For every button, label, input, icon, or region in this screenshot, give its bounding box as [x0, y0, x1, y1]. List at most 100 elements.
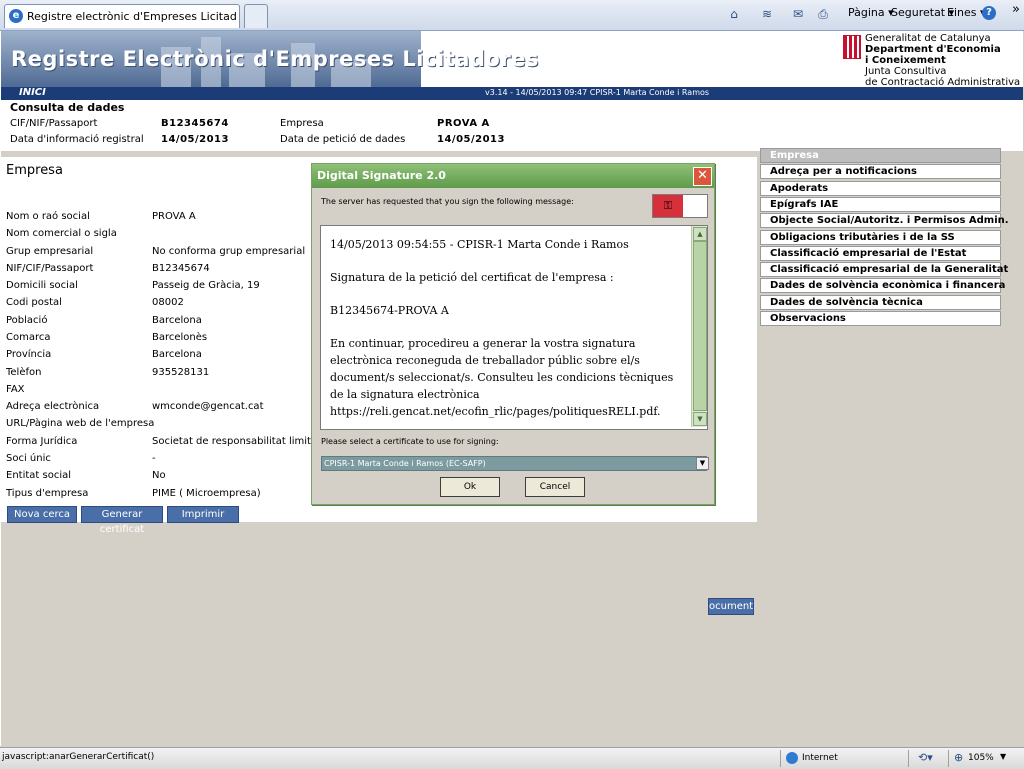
print-icon[interactable]: ⎙ — [815, 6, 831, 22]
scroll-thumb[interactable] — [693, 241, 707, 411]
gencat-line-2: Department d'Economia — [865, 44, 1001, 55]
cif-value: B12345674 — [161, 118, 229, 129]
menu-item[interactable]: Empresa — [760, 148, 1001, 163]
certificate-select[interactable]: CPISR-1 Marta Conde i Ramos (EC-SAFP) ▼ — [321, 456, 709, 471]
sign-message-text: 14/05/2013 09:54:55 - CPISR-1 Marta Cond… — [330, 236, 685, 429]
empresa-field-label: Grup empresarial — [6, 246, 94, 257]
menu-item[interactable]: Objecte Social/Autoritz. i Permisos Admi… — [760, 213, 1009, 229]
empresa-field-value: Barcelonès — [152, 332, 208, 343]
eines-menu[interactable]: Eines ▾ — [947, 6, 986, 19]
message-scrollbar[interactable]: ▲ ▼ — [691, 226, 707, 427]
empresa-field-label: URL/Pàgina web de l'empresa — [6, 418, 155, 429]
empresa-field-label: Codi postal — [6, 297, 62, 308]
menu-item[interactable]: Obligacions tributàries i de la SS — [760, 229, 1001, 245]
cancel-button[interactable]: Cancel — [525, 477, 585, 497]
empresa-field-value: PIME ( Microempresa) — [152, 488, 261, 499]
empresa-field-label: Soci únic — [6, 453, 51, 464]
zoom-level[interactable]: 105% — [968, 753, 994, 763]
browser-tabbar: e Registre electrònic d'Empreses Licitad… — [0, 0, 1024, 31]
zoom-icon[interactable]: ⊕ — [954, 751, 963, 764]
chevron-down-icon[interactable]: ▼ — [696, 457, 709, 470]
version-info: v3.14 - 14/05/2013 09:47 CPISR-1 Marta C… — [485, 88, 710, 97]
certificate-selected: CPISR-1 Marta Conde i Ramos (EC-SAFP) — [324, 459, 486, 468]
gencat-line-1: Generalitat de Catalunya — [865, 33, 991, 44]
empresa-title: Empresa — [6, 163, 63, 178]
site-title: Registre Electrònic d'Empreses Licitador… — [11, 47, 539, 71]
menu-item[interactable]: Dades de solvència econòmica i financera — [760, 278, 1005, 294]
empresa-field-label: NIF/CIF/Passaport — [6, 263, 94, 274]
empresa-label: Empresa — [280, 118, 324, 129]
empresa-field-label: FAX — [6, 384, 25, 395]
help-icon[interactable]: ? — [982, 6, 996, 20]
consulta-title: Consulta de dades — [10, 101, 125, 114]
certificate-label: Please select a certificate to use for s… — [321, 437, 499, 446]
empresa-field-label: Nom o raó social — [6, 211, 90, 222]
menu-item[interactable]: Classificació empresarial de l'Estat — [760, 245, 1001, 261]
menu-item[interactable]: Classificació empresarial de la Generali… — [760, 262, 1008, 278]
empresa-field-value: 08002 — [152, 297, 184, 308]
dialog-title: Digital Signature 2.0 — [317, 169, 446, 182]
ok-button[interactable]: Ok — [440, 477, 500, 497]
gencat-line-4: Junta Consultiva — [865, 66, 947, 77]
pagina-menu[interactable]: Pàgina ▾ — [848, 6, 894, 19]
dialog-titlebar[interactable]: Digital Signature 2.0 ✕ — [312, 164, 714, 188]
new-tab-button[interactable] — [244, 4, 268, 28]
menu-item[interactable]: Adreça per a notificacions — [760, 164, 1001, 180]
internet-zone-icon — [786, 752, 798, 764]
empresa-field-value: Barcelona — [152, 349, 202, 360]
header-banner: Registre Electrònic d'Empreses Licitador… — [1, 31, 1023, 88]
empresa-field-label: Província — [6, 349, 52, 360]
sign-line-2: Signatura de la petició del certificat d… — [330, 271, 614, 284]
zoom-chevron-icon[interactable]: ▼ — [1000, 752, 1006, 761]
documents-button[interactable]: ocuments — [708, 598, 754, 615]
sign-message-box[interactable]: 14/05/2013 09:54:55 - CPISR-1 Marta Cond… — [320, 225, 708, 430]
empresa-field-label: Telèfon — [6, 367, 42, 378]
empresa-field-label: Població — [6, 315, 48, 326]
menu-item[interactable]: Dades de solvència tècnica — [760, 294, 1001, 310]
consulta-panel: Consulta de dades CIF/NIF/Passaport B123… — [1, 100, 1023, 151]
empresa-field-label: Nom comercial o sigla — [6, 228, 117, 239]
data-info-label: Data d'informació registral — [10, 134, 144, 145]
key-icon: ⚿ — [653, 195, 683, 217]
empresa-field-value: Societat de responsabilitat limitada — [152, 436, 330, 447]
more-commands-icon[interactable]: » — [1012, 2, 1020, 17]
menu-item[interactable]: Epígrafs IAE — [760, 196, 1001, 212]
nav-bar: INICI v3.14 - 14/05/2013 09:47 CPISR-1 M… — [1, 87, 1023, 99]
menu-item[interactable]: Apoderats — [760, 180, 1001, 196]
browser-statusbar: javascript:anarGenerarCertificat() Inter… — [0, 747, 1024, 769]
browser-tab-active[interactable]: e Registre electrònic d'Empreses Licitad… — [4, 4, 240, 28]
mail-icon[interactable]: ✉ — [790, 6, 806, 22]
tab-title: Registre electrònic d'Empreses Licitador… — [27, 10, 237, 23]
cif-label: CIF/NIF/Passaport — [10, 118, 98, 129]
empresa-field-label: Comarca — [6, 332, 51, 343]
home-icon[interactable]: ⌂ — [726, 6, 742, 22]
menu-item[interactable]: Observacions — [760, 311, 1001, 326]
protected-mode-icon[interactable]: ⟲▾ — [918, 751, 933, 764]
seguretat-menu[interactable]: Seguretat ▾ — [891, 6, 954, 19]
empresa-value: PROVA A — [437, 118, 490, 129]
close-icon[interactable]: ✕ — [693, 167, 712, 186]
feeds-icon[interactable]: ≋ — [759, 6, 775, 22]
empresa-field-value: PROVA A — [152, 211, 196, 222]
empresa-field-value: Barcelona — [152, 315, 202, 326]
ie-icon: e — [9, 9, 23, 23]
data-info-value: 14/05/2013 — [161, 134, 229, 145]
empresa-field-value: wmconde@gencat.cat — [152, 401, 264, 412]
digital-signature-dialog: Digital Signature 2.0 ✕ The server has r… — [311, 163, 715, 505]
security-zone: Internet — [802, 753, 838, 763]
empresa-field-label: Adreça electrònica — [6, 401, 100, 412]
sign-line-1: 14/05/2013 09:54:55 - CPISR-1 Marta Cond… — [330, 238, 629, 251]
generar-certificat-button[interactable]: Generar certificat — [81, 506, 163, 535]
nova-cerca-button[interactable]: Nova cerca — [7, 506, 77, 523]
empresa-field-value: B12345674 — [152, 263, 210, 274]
dialog-message: The server has requested that you sign t… — [321, 197, 574, 206]
empresa-field-label: Forma Jurídica — [6, 436, 78, 447]
scroll-down-icon[interactable]: ▼ — [693, 412, 707, 426]
sign-line-4: En continuar, procedireu a generar la vo… — [330, 337, 674, 418]
empresa-field-value: No — [152, 470, 166, 481]
imprimir-button[interactable]: Imprimir — [167, 506, 239, 523]
scroll-up-icon[interactable]: ▲ — [693, 227, 707, 241]
inici-link[interactable]: INICI — [19, 87, 46, 99]
empresa-field-value: 935528131 — [152, 367, 210, 378]
empresa-field-label: Entitat social — [6, 470, 72, 481]
